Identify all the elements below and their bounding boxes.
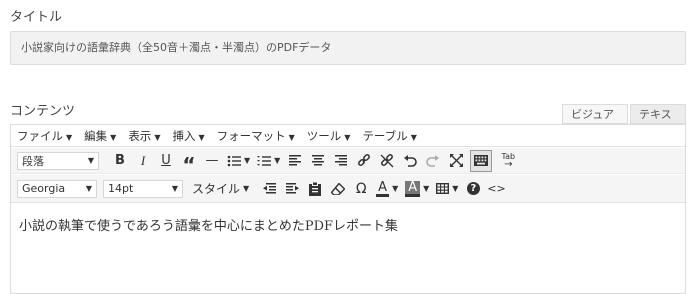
tab-visual[interactable]: ビジュアル [562,104,628,141]
help-icon: ? [466,182,480,195]
title-label: タイトル [10,10,63,25]
menu-insert[interactable]: 挿入 ▼ [172,128,204,144]
eraser-icon [331,182,346,195]
special-character-button[interactable]: Ω [350,178,372,200]
align-center-icon [312,155,325,166]
indent-button[interactable] [281,178,303,200]
content-editor: ファイル ▼ 編集 ▼ 表示 ▼ 挿入 ▼ フォーマット ▼ ツール ▼ テーブル ▼ 段落 ▼… [10,124,686,294]
editor-body-text[interactable]: 小説の執筆で使うであろう語彙を中心にまとめたPDFレポート集 [19,215,398,234]
styles-dropdown[interactable]: スタイル ▼ [189,178,252,200]
undo-icon [404,154,418,167]
numbered-list-icon [257,155,272,166]
undo-button[interactable] [399,150,421,172]
font-family-select[interactable]: Georgia ▼ [17,179,97,198]
tab-key-button[interactable]: Tab → [497,150,519,172]
chevron-down-icon: ▼ [85,184,92,193]
insert-link-button[interactable] [353,150,375,172]
font-size-select[interactable]: 14pt ▼ [103,179,183,198]
align-center-button[interactable] [307,150,329,172]
content-label: コンテンツ [10,104,76,119]
underline-button[interactable]: U [155,150,177,172]
italic-button[interactable]: I [132,150,154,172]
title-input[interactable]: 小説家向けの語彙辞典（全50音＋濁点・半濁点）のPDFデータ [10,31,686,65]
tab-text[interactable]: テキスト [630,104,686,141]
horizontal-line-button[interactable]: — [201,150,223,172]
menu-file[interactable]: ファイル ▼ [17,128,72,144]
chevron-down-icon: ▼ [171,184,178,193]
format-select[interactable]: 段落 ▼ [17,151,99,170]
clear-formatting-button[interactable] [327,178,349,200]
expand-icon [449,154,463,167]
align-left-button[interactable] [284,150,306,172]
remove-link-button[interactable] [376,150,398,172]
paste-as-text-button[interactable] [304,178,326,200]
menu-format[interactable]: フォーマット ▼ [217,128,295,144]
menu-tools[interactable]: ツール ▼ [307,128,351,144]
align-right-icon [335,155,348,166]
menu-edit[interactable]: 編集 ▼ [84,128,116,144]
toolbar-row-1: 段落 ▼ B I U “ — ▼ ▼ Tab → [11,148,685,177]
table-button[interactable]: ▼ [433,178,461,200]
outdent-button[interactable] [258,178,280,200]
align-left-icon [289,155,302,166]
indent-icon [285,183,299,194]
align-right-button[interactable] [330,150,352,172]
bold-button[interactable]: B [109,150,131,172]
fullscreen-button[interactable] [445,150,467,172]
bullet-list-icon [227,155,241,166]
numbered-list-button[interactable]: ▼ [254,150,283,172]
unlink-icon [380,153,394,167]
redo-icon [426,154,440,167]
outdent-icon [262,183,276,194]
bullet-list-button[interactable]: ▼ [224,150,253,172]
code-button[interactable]: <> [485,178,507,200]
help-button[interactable]: ? [462,178,484,200]
clipboard-icon [309,181,322,196]
editor-menubar: ファイル ▼ 編集 ▼ 表示 ▼ 挿入 ▼ フォーマット ▼ ツール ▼ テーブル ▼ [11,125,685,147]
table-icon [436,183,450,194]
arrow-right-icon: → [504,158,513,170]
redo-button[interactable] [422,150,444,172]
toolbar-toggle-button[interactable] [470,149,493,172]
chevron-down-icon: ▼ [87,156,94,165]
blockquote-button[interactable]: “ [178,150,200,177]
background-color-button[interactable]: A ▼ [402,178,432,200]
menu-view[interactable]: 表示 ▼ [128,128,160,144]
keyboard-icon [474,155,489,166]
toolbar-row-2: Georgia ▼ 14pt ▼ スタイル ▼ Ω A ▼ A ▼ ▼ ? <> [11,175,685,203]
text-color-button[interactable]: A ▼ [373,178,401,200]
menu-table[interactable]: テーブル ▼ [362,128,416,144]
link-icon [358,153,371,166]
